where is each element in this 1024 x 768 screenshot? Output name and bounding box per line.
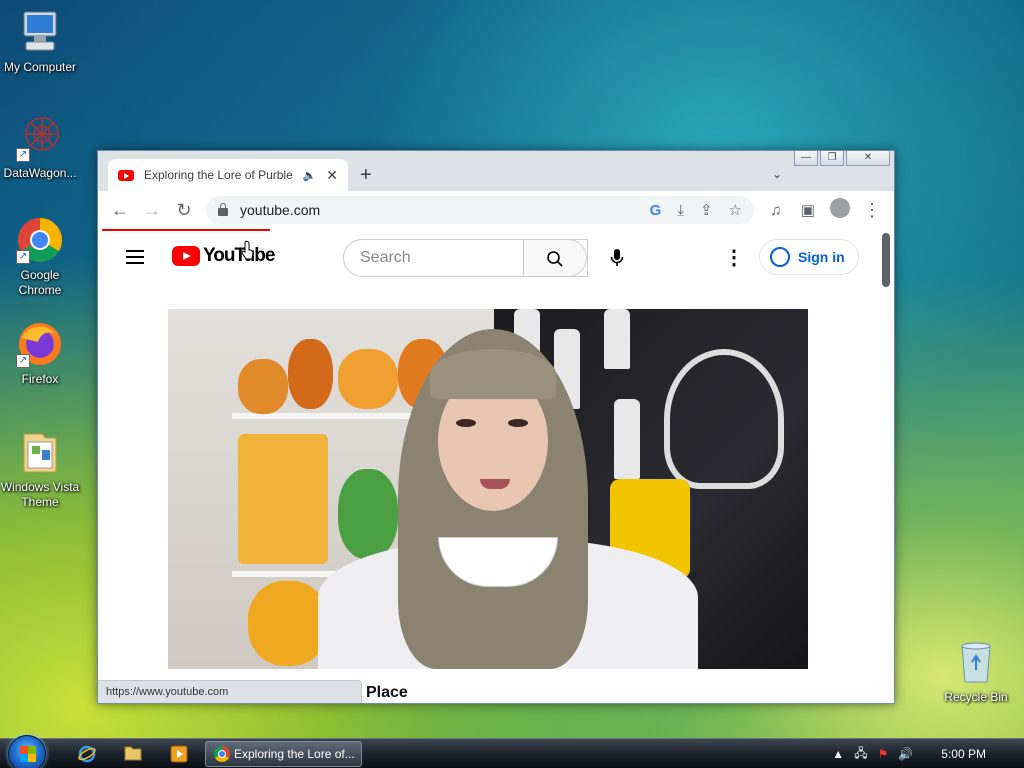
youtube-play-icon: [172, 246, 200, 266]
media-controls-icon[interactable]: ♫: [760, 202, 792, 219]
windows-logo-icon: [20, 746, 36, 762]
install-app-icon[interactable]: ⤓: [677, 202, 684, 219]
tab-strip: Exploring the Lore of Purble 🔈 ✕ + ⌄: [98, 151, 894, 191]
desktop-icon-label: Google Chrome: [18, 268, 62, 297]
chrome-icon: [214, 746, 230, 762]
youtube-logo[interactable]: YouTube: [172, 245, 275, 267]
bookmark-star-icon[interactable]: ☆: [729, 201, 742, 219]
share-icon[interactable]: ⇪: [700, 201, 713, 219]
clock[interactable]: 5:00 PM: [941, 747, 986, 761]
tab-youtube[interactable]: Exploring the Lore of Purble 🔈 ✕: [108, 159, 348, 191]
desktop-icon-datawagon[interactable]: ↗ DataWagon...: [0, 114, 80, 181]
address-bar[interactable]: youtube.com G ⤓ ⇪ ☆: [206, 196, 754, 224]
chrome-window: — ❐ ✕ Exploring the Lore of Purble 🔈 ✕ +…: [97, 150, 895, 704]
desktop-icon-label: Firefox: [21, 372, 59, 386]
desktop-icon-my-computer[interactable]: My Computer: [0, 8, 80, 75]
sign-in-button[interactable]: Sign in: [759, 239, 859, 275]
tab-close-button[interactable]: ✕: [326, 167, 338, 184]
youtube-header: YouTube Search ⋮ Sign in: [98, 229, 878, 285]
internet-explorer-icon[interactable]: [78, 745, 96, 763]
firefox-icon: ↗: [16, 320, 64, 368]
chrome-icon: ↗: [16, 216, 64, 264]
video-player[interactable]: [168, 309, 808, 669]
video-title[interactable]: Place: [366, 684, 408, 702]
speaker-icon[interactable]: 🔈: [303, 169, 317, 182]
windows-explorer-icon[interactable]: [124, 745, 142, 763]
shortcut-arrow-icon: ↗: [16, 354, 30, 368]
forward-button[interactable]: →: [136, 200, 168, 221]
desktop-icon-label: Windows Vista Theme: [0, 480, 80, 509]
desktop-icon-label: Recycle Bin: [944, 690, 1008, 704]
shortcut-arrow-icon: ↗: [16, 148, 30, 162]
sign-in-label: Sign in: [798, 249, 845, 265]
google-translate-icon[interactable]: G: [650, 202, 662, 219]
taskbar-chrome-button[interactable]: Exploring the Lore of...: [205, 741, 362, 767]
security-alert-icon[interactable]: ⚑: [878, 747, 889, 761]
url-text[interactable]: youtube.com: [240, 202, 634, 218]
shortcut-arrow-icon: ↗: [16, 250, 30, 264]
voice-search-button[interactable]: [598, 239, 636, 277]
start-button[interactable]: [8, 735, 46, 768]
desktop-icon-windows-vista-theme[interactable]: Windows Vista Theme: [0, 428, 80, 510]
media-player-icon[interactable]: [170, 745, 188, 763]
recycle-bin-icon: [952, 638, 1000, 686]
back-button[interactable]: ←: [104, 200, 136, 221]
settings-more-icon[interactable]: ⋮: [724, 245, 744, 270]
volume-icon[interactable]: 🔊: [898, 747, 913, 761]
tab-search-chevron-icon[interactable]: ⌄: [772, 167, 782, 181]
hamburger-menu-icon[interactable]: [126, 250, 144, 264]
folder-icon: [16, 428, 64, 476]
network-icon[interactable]: 🖧: [854, 744, 867, 765]
desktop-icon-firefox[interactable]: ↗ Firefox: [0, 320, 80, 387]
user-circle-icon: [770, 247, 790, 267]
datawagon-icon: ↗: [16, 114, 64, 162]
computer-icon: [16, 8, 64, 56]
search-button[interactable]: [523, 239, 587, 277]
mouse-cursor-icon: [241, 240, 254, 260]
reload-button[interactable]: ↻: [168, 200, 200, 221]
page-scrollbar[interactable]: [882, 233, 890, 287]
system-tray: ▲ 🖧 ⚑ 🔊 5:00 PM: [832, 739, 1024, 768]
desktop-icon-label: DataWagon...: [3, 166, 77, 180]
search-icon: [547, 251, 563, 267]
taskbar: Exploring the Lore of... ▲ 🖧 ⚑ 🔊 5:00 PM: [0, 735, 1024, 768]
microphone-icon: [610, 248, 624, 266]
browser-toolbar: ← → ↻ youtube.com G ⤓ ⇪ ☆ ♫ ▣ ⋮: [98, 191, 894, 229]
desktop-icon-google-chrome[interactable]: ↗ Google Chrome: [0, 216, 80, 298]
profile-icon[interactable]: [824, 197, 856, 223]
new-tab-button[interactable]: +: [360, 164, 372, 187]
page-content: YouTube Search ⋮ Sign in https://www.you…: [98, 229, 894, 703]
side-panel-icon[interactable]: ▣: [792, 201, 824, 219]
taskbar-button-label: Exploring the Lore of...: [234, 747, 355, 761]
desktop-icon-label: My Computer: [3, 60, 77, 74]
show-hidden-icons-arrow-icon[interactable]: ▲: [832, 747, 844, 761]
youtube-logo-text: YouTube: [203, 245, 275, 266]
youtube-favicon-icon: [118, 169, 134, 181]
lock-icon[interactable]: [218, 203, 228, 216]
link-status-bubble: https://www.youtube.com: [98, 680, 362, 703]
chrome-menu-icon[interactable]: ⋮: [856, 200, 888, 221]
tab-title: Exploring the Lore of Purble: [144, 168, 293, 182]
desktop-icon-recycle-bin[interactable]: Recycle Bin: [936, 638, 1016, 705]
